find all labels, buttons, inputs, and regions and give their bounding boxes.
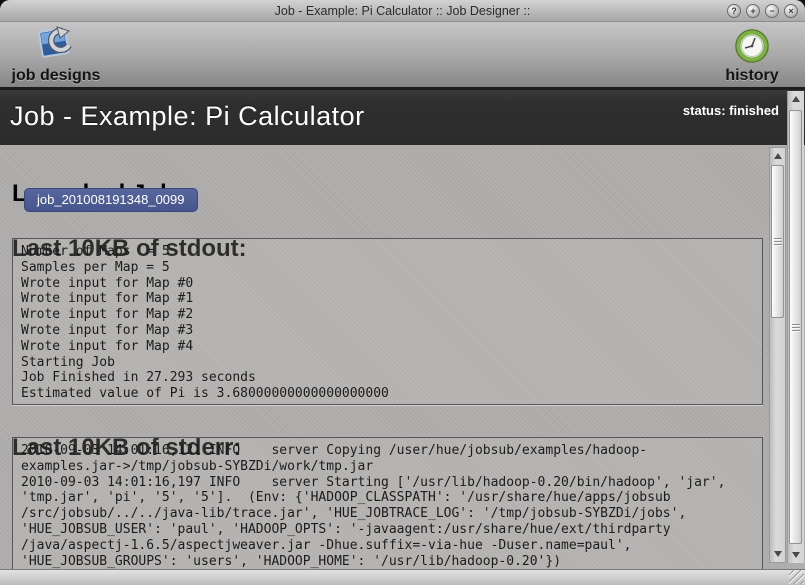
page-header: Job - Example: Pi Calculator status: fin… [0,90,805,145]
window-close-button[interactable]: × [784,4,798,18]
scroll-up-icon [774,153,782,159]
window-minimize-button[interactable]: − [765,4,779,18]
history-button[interactable]: history [713,25,791,85]
window-help-button[interactable]: ? [727,4,741,18]
toolbar: job designs history [0,22,805,87]
window-scrollbar[interactable] [787,91,804,563]
content-scrollbar-thumb[interactable] [771,165,784,318]
window-zoom-button[interactable]: + [746,4,760,18]
window-scroll-up-button[interactable] [788,92,804,106]
status-badge: status: finished [683,103,779,118]
window-scroll-down-button[interactable] [788,548,804,562]
scroll-down-icon [774,551,782,557]
scroll-down-icon [792,552,800,558]
resize-grip[interactable] [789,570,804,584]
window-scrollbar-thumb[interactable] [789,110,802,544]
window-title: Job - Example: Pi Calculator :: Job Desi… [0,4,805,18]
job-designer-window: Job - Example: Pi Calculator :: Job Desi… [0,0,805,585]
content-scroll-down-button[interactable] [770,547,785,561]
content-scrollbar[interactable] [769,147,786,563]
stdout-log: Number of Maps = 5Samples per Map = 5Wro… [12,238,763,405]
page-title: Job - Example: Pi Calculator [10,101,365,132]
window-controls: ? + − × [727,4,798,18]
scrollbar-grip-icon [792,322,800,333]
content-scroll-up-button[interactable] [770,149,785,163]
stderr-log: 2010-09-03 14:01:16,121 INFO server Copy… [12,437,763,577]
job-designs-label: job designs [8,67,104,85]
scroll-up-icon [792,96,800,102]
job-designs-button[interactable]: job designs [8,25,104,85]
job-designs-icon [8,25,104,67]
window-footer [0,569,805,585]
history-icon [713,25,791,67]
window-title-bar: Job - Example: Pi Calculator :: Job Desi… [0,0,805,22]
scrollbar-grip-icon [774,236,782,247]
history-label: history [713,67,791,85]
job-id-link[interactable]: job_201008191348_0099 [24,188,198,212]
